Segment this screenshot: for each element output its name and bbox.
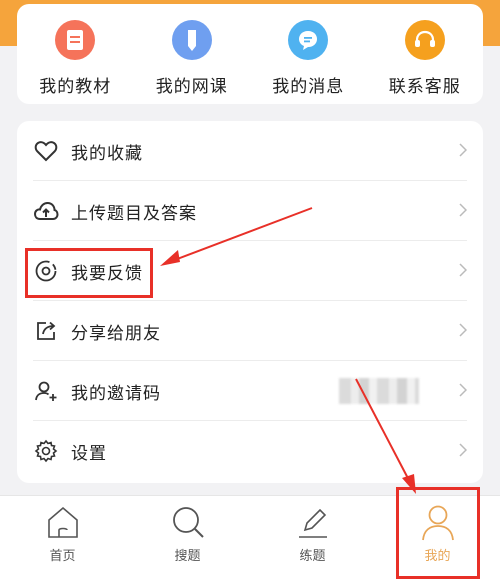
tab-label: 首页: [49, 549, 76, 564]
highlight-me-tab-box: [396, 487, 480, 579]
shortcut-label: 我的教材: [39, 77, 112, 97]
shortcut-messages[interactable]: 我的消息: [250, 4, 367, 104]
shortcut-online-courses[interactable]: 我的网课: [134, 4, 251, 104]
chevron-right-icon: [459, 443, 467, 457]
add-user-icon: [33, 378, 59, 404]
tab-search[interactable]: 搜题: [125, 496, 250, 583]
chevron-right-icon: [459, 143, 467, 157]
search-icon: [168, 502, 208, 542]
shortcut-label: 联系客服: [388, 77, 461, 97]
shortcut-customer-service[interactable]: 联系客服: [367, 4, 484, 104]
shortcut-label: 我的消息: [272, 77, 345, 97]
chevron-right-icon: [459, 323, 467, 337]
gear-icon: [33, 438, 59, 464]
share-icon: [33, 318, 59, 344]
headset-icon: [404, 20, 445, 60]
menu-item-share[interactable]: 分享给朋友: [17, 301, 483, 361]
chevron-right-icon: [459, 203, 467, 217]
tab-practice[interactable]: 练题: [250, 496, 375, 583]
tab-label: 搜题: [174, 549, 201, 564]
chevron-right-icon: [459, 263, 467, 277]
shortcut-textbooks[interactable]: 我的教材: [17, 4, 134, 104]
highlight-feedback-box: [25, 248, 153, 298]
menu-list: 我的收藏 上传题目及答案 我要反馈 分享给朋友 我的邀请码 设置: [17, 121, 483, 483]
menu-item-invite-code[interactable]: 我的邀请码: [17, 361, 483, 421]
menu-item-label: 分享给朋友: [71, 323, 161, 344]
edit-pencil-icon: [293, 502, 333, 542]
tab-home[interactable]: 首页: [0, 496, 125, 583]
menu-item-label: 我的收藏: [71, 143, 143, 164]
menu-item-label: 我的邀请码: [71, 383, 161, 404]
pencil-icon: [171, 20, 212, 60]
invite-code-value: [339, 378, 419, 404]
heart-icon: [33, 138, 59, 164]
cloud-upload-icon: [33, 198, 59, 224]
tab-label: 练题: [299, 549, 326, 564]
menu-item-label: 上传题目及答案: [71, 203, 197, 224]
shortcut-panel: 我的教材 我的网课 我的消息 联系客服: [17, 4, 483, 104]
menu-item-settings[interactable]: 设置: [17, 421, 483, 481]
shortcut-label: 我的网课: [155, 77, 228, 97]
home-icon: [43, 502, 83, 542]
menu-item-upload[interactable]: 上传题目及答案: [17, 181, 483, 241]
chevron-right-icon: [459, 383, 467, 397]
message-icon: [288, 20, 329, 60]
menu-item-label: 设置: [71, 443, 107, 464]
textbook-icon: [55, 20, 96, 60]
menu-item-favorites[interactable]: 我的收藏: [17, 121, 483, 181]
